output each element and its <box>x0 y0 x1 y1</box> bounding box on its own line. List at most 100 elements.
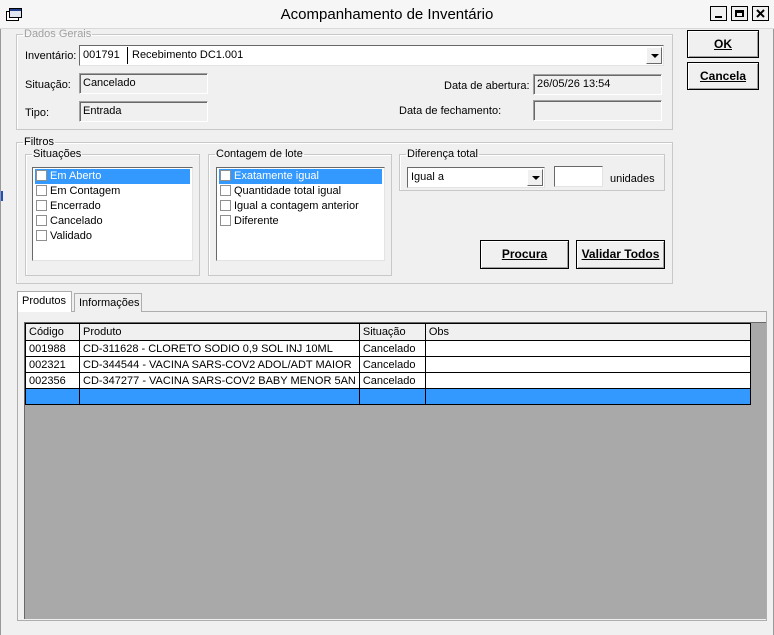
contagem-lote-list[interactable]: Exatamente igual Quantidade total igual … <box>216 167 385 261</box>
cell-obs[interactable] <box>424 356 751 373</box>
cell-obs[interactable] <box>424 388 751 405</box>
table-row[interactable]: 002356 CD-347277 - VACINA SARS-COV2 BABY… <box>25 372 751 389</box>
tipo-field: Entrada <box>79 101 208 122</box>
data-fechamento-field <box>533 100 662 121</box>
table-row[interactable]: 002321 CD-344544 - VACINA SARS-COV2 ADOL… <box>25 356 751 373</box>
table-row-new-selected[interactable] <box>25 388 751 405</box>
checkbox[interactable] <box>36 170 47 181</box>
filtros-legend: Filtros <box>24 136 54 148</box>
option-label: Quantidade total igual <box>234 185 342 197</box>
contagem-option-quantidade-total-igual[interactable]: Quantidade total igual <box>219 184 382 199</box>
contagem-lote-legend: Contagem de lote <box>216 148 303 160</box>
cancel-button[interactable]: Cancela <box>687 62 759 90</box>
maximize-button[interactable] <box>731 6 748 21</box>
option-label: Exatamente igual <box>234 170 319 182</box>
ok-button-label: OK <box>714 37 732 51</box>
data-fechamento-label: Data de fechamento: <box>399 105 502 117</box>
option-label: Diferente <box>234 215 279 227</box>
situacao-option-cancelado[interactable]: Cancelado <box>35 214 190 229</box>
title-bar[interactable]: Acompanhamento de Inventário <box>0 0 774 29</box>
window-title: Acompanhamento de Inventário <box>280 6 494 23</box>
produtos-grid[interactable]: Código Produto Situação Obs 001988 CD-31… <box>24 322 766 619</box>
cell-situacao[interactable]: Cancelado <box>358 356 426 373</box>
column-header-codigo[interactable]: Código <box>25 323 80 341</box>
situacao-option-encerrado[interactable]: Encerrado <box>35 199 190 214</box>
tab-label: Informações <box>79 297 140 309</box>
inventario-dropdown-button[interactable] <box>646 47 662 64</box>
data-abertura-label: Data de abertura: <box>444 80 530 92</box>
checkbox[interactable] <box>36 185 47 196</box>
column-header-situacao[interactable]: Situação <box>358 323 426 341</box>
situacao-option-em-aberto[interactable]: Em Aberto <box>35 169 190 184</box>
option-label: Igual a contagem anterior <box>234 200 359 212</box>
cell-codigo[interactable] <box>25 388 80 405</box>
inventario-label: Inventário: <box>25 50 77 62</box>
checkbox[interactable] <box>36 215 47 226</box>
minimize-icon <box>715 16 722 18</box>
contagem-option-igual-anterior[interactable]: Igual a contagem anterior <box>219 199 382 214</box>
minimize-button[interactable] <box>710 6 727 21</box>
validar-todos-button[interactable]: Validar Todos <box>576 240 665 269</box>
table-header-row: Código Produto Situação Obs <box>25 323 751 341</box>
procura-button-label: Procura <box>501 247 548 261</box>
option-label: Cancelado <box>50 215 103 227</box>
column-header-produto[interactable]: Produto <box>79 323 360 341</box>
situacao-label: Situação: <box>25 79 71 91</box>
column-header-obs[interactable]: Obs <box>424 323 751 341</box>
cell-produto[interactable] <box>79 388 360 405</box>
cell-produto[interactable]: CD-344544 - VACINA SARS-COV2 ADOL/ADT MA… <box>79 356 360 373</box>
checkbox[interactable] <box>220 185 231 196</box>
cell-situacao[interactable] <box>358 388 426 405</box>
option-label: Validado <box>50 230 92 242</box>
dados-gerais-legend: Dados Gerais <box>24 28 92 40</box>
tipo-label: Tipo: <box>25 107 50 119</box>
chevron-down-icon <box>651 54 659 58</box>
situacoes-legend: Situações <box>33 148 82 160</box>
cell-situacao[interactable]: Cancelado <box>358 372 426 389</box>
background-window-edge <box>1 191 3 201</box>
situacao-field: Cancelado <box>79 73 208 94</box>
situacao-option-validado[interactable]: Validado <box>35 229 190 244</box>
close-icon <box>756 9 765 18</box>
contagem-option-diferente[interactable]: Diferente <box>219 214 382 229</box>
cell-codigo[interactable]: 001988 <box>25 340 80 357</box>
window-body: Dados Gerais Inventário: 001791 Recebime… <box>0 29 774 635</box>
cell-codigo[interactable]: 002356 <box>25 372 80 389</box>
validar-todos-button-label: Validar Todos <box>581 247 660 261</box>
cell-codigo[interactable]: 002321 <box>25 356 80 373</box>
checkbox[interactable] <box>220 170 231 181</box>
situacoes-list[interactable]: Em Aberto Em Contagem Encerrado Cancelad… <box>32 167 193 261</box>
chevron-down-icon <box>532 176 540 180</box>
checkbox[interactable] <box>36 230 47 241</box>
checkbox[interactable] <box>36 200 47 211</box>
inventario-code: 001791 <box>83 49 120 61</box>
cell-obs[interactable] <box>424 340 751 357</box>
tab-label: Produtos <box>22 295 67 307</box>
procura-button[interactable]: Procura <box>480 240 569 269</box>
diferenca-total-legend: Diferença total <box>407 148 478 160</box>
contagem-option-exatamente-igual[interactable]: Exatamente igual <box>219 169 382 184</box>
table-row[interactable]: 001988 CD-311628 - CLORETO SODIO 0,9 SOL… <box>25 340 751 357</box>
diferenca-operator-value: Igual a <box>411 171 445 183</box>
diferenca-dropdown-button[interactable] <box>527 169 543 186</box>
cell-produto[interactable]: CD-347277 - VACINA SARS-COV2 BABY MENOR … <box>79 372 360 389</box>
cell-obs[interactable] <box>424 372 751 389</box>
checkbox[interactable] <box>220 215 231 226</box>
checkbox[interactable] <box>220 200 231 211</box>
diferenca-operator-select[interactable]: Igual a <box>407 167 545 188</box>
data-abertura-field: 26/05/26 13:54 <box>533 74 662 95</box>
cell-produto[interactable]: CD-311628 - CLORETO SODIO 0,9 SOL INJ 10… <box>79 340 360 357</box>
ok-button[interactable]: OK <box>687 30 759 58</box>
close-button[interactable] <box>752 6 769 21</box>
inventario-name: Recebimento DC1.001 <box>132 49 244 61</box>
option-label: Em Contagem <box>50 185 121 197</box>
tab-informacoes[interactable]: Informações <box>74 293 142 312</box>
situacao-option-em-contagem[interactable]: Em Contagem <box>35 184 190 199</box>
tab-produtos[interactable]: Produtos <box>17 291 72 312</box>
cell-situacao[interactable]: Cancelado <box>358 340 426 357</box>
diferenca-quantity-input[interactable] <box>554 166 603 187</box>
option-label: Encerrado <box>50 200 101 212</box>
option-label: Em Aberto <box>50 170 102 182</box>
inventario-select[interactable]: 001791 Recebimento DC1.001 <box>79 45 664 66</box>
unidades-label: unidades <box>610 173 655 185</box>
